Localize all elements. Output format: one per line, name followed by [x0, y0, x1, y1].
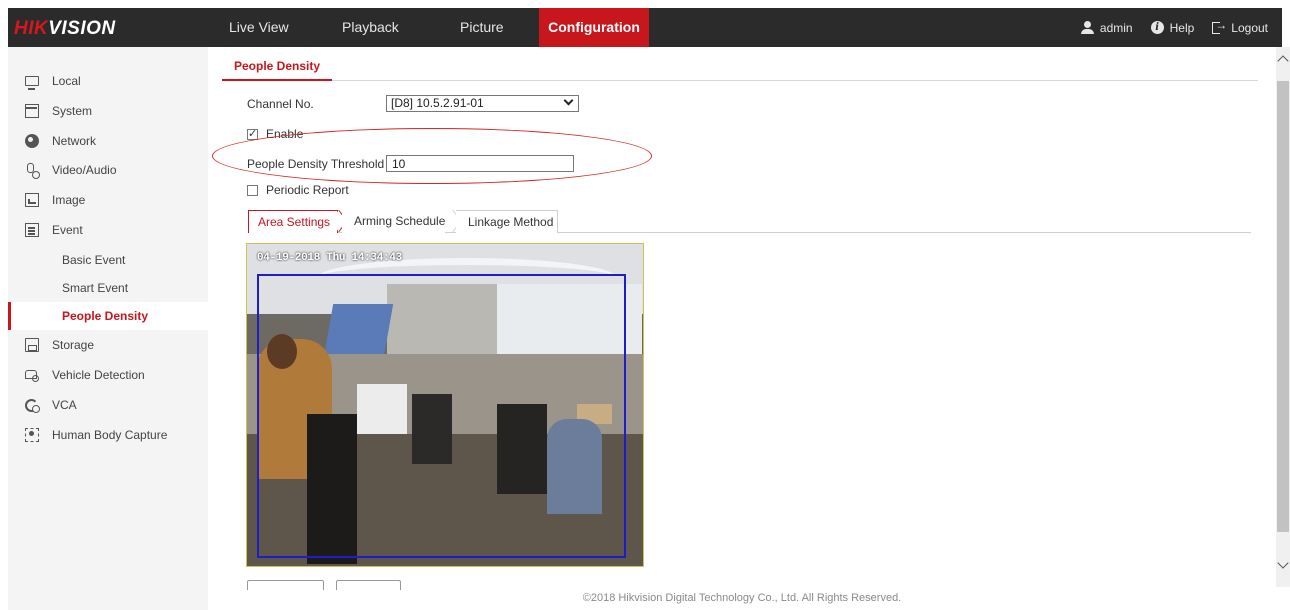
- sidebar-item-basic-event[interactable]: Basic Event: [8, 246, 208, 274]
- periodic-report-checkbox[interactable]: [247, 184, 258, 196]
- live-video-preview[interactable]: 04-19-2018 Thu 14:34:43: [246, 243, 644, 567]
- tab-people-density[interactable]: People Density: [222, 59, 333, 81]
- main-nav: Live View Playback Picture Configuration: [213, 8, 649, 47]
- nav-picture[interactable]: Picture: [441, 8, 539, 47]
- main-content: People Density Channel No. [D8] 10.5.2.9…: [208, 47, 1276, 610]
- event-list-icon: [25, 223, 39, 237]
- tab-linkage-method[interactable]: Linkage Method: [456, 210, 558, 233]
- sidebar-item-label: Image: [52, 193, 86, 207]
- sidebar-item-label: VCA: [52, 398, 77, 412]
- top-bar: HIKVISION Live View Playback Picture Con…: [0, 0, 1290, 47]
- sidebar-item-label: Human Body Capture: [52, 428, 168, 442]
- sidebar-item-label: Local: [52, 74, 81, 88]
- help-button[interactable]: i Help: [1150, 20, 1195, 35]
- scroll-down-icon[interactable]: [1277, 557, 1289, 569]
- user-icon: [1080, 21, 1094, 34]
- sidebar-item-image[interactable]: Image: [8, 186, 208, 214]
- enable-row: Enable: [247, 127, 303, 141]
- enable-checkbox[interactable]: [247, 127, 258, 140]
- vehicle-icon: [25, 368, 39, 382]
- draw-area-button[interactable]: [247, 580, 324, 590]
- channel-select-value: [D8] 10.5.2.91-01: [391, 96, 484, 110]
- top-bar-inner: HIKVISION Live View Playback Picture Con…: [8, 8, 1282, 47]
- monitor-icon: [25, 76, 39, 90]
- nav-live-view[interactable]: Live View: [213, 8, 331, 47]
- sidebar-item-people-density[interactable]: People Density: [8, 302, 208, 330]
- threshold-row: People Density Threshold: [247, 157, 387, 171]
- subtab-bar: Area Settings Arming Schedule Linkage Me…: [248, 210, 1251, 233]
- vca-icon: [25, 398, 40, 413]
- tab-area-settings[interactable]: Area Settings: [248, 210, 338, 233]
- sidebar-item-network[interactable]: Network: [8, 127, 208, 155]
- logout-icon: [1212, 18, 1227, 34]
- sidebar-item-label: Video/Audio: [52, 163, 117, 177]
- clear-button[interactable]: [336, 580, 401, 590]
- image-icon: [25, 193, 39, 207]
- scroll-up-icon[interactable]: [1277, 55, 1289, 67]
- scroll-thumb[interactable]: [1277, 81, 1289, 532]
- threshold-input[interactable]: [386, 155, 574, 172]
- chevron-down-icon: [563, 95, 574, 106]
- sidebar-item-vca[interactable]: VCA: [8, 391, 208, 419]
- channel-row: Channel No.: [247, 97, 387, 111]
- user-name: admin: [1099, 20, 1133, 35]
- nav-configuration[interactable]: Configuration: [539, 8, 649, 47]
- enable-label: Enable: [266, 127, 304, 141]
- help-label: Help: [1169, 20, 1195, 35]
- globe-icon: [25, 134, 39, 148]
- sidebar-item-label: Vehicle Detection: [52, 368, 145, 382]
- storage-icon: [25, 338, 39, 352]
- user-menu[interactable]: admin: [1080, 20, 1133, 35]
- sidebar-item-label: Storage: [52, 338, 95, 352]
- threshold-label: People Density Threshold: [247, 157, 385, 171]
- system-icon: [25, 104, 39, 118]
- channel-select[interactable]: [D8] 10.5.2.91-01: [386, 95, 579, 112]
- sidebar-item-label: System: [52, 104, 93, 118]
- channel-label: Channel No.: [247, 97, 314, 111]
- hikvision-logo: HIKVISION: [14, 18, 116, 39]
- sidebar-item-human-body-capture[interactable]: Human Body Capture: [8, 421, 208, 449]
- microphone-camera-icon: [25, 163, 40, 179]
- nav-playback[interactable]: Playback: [331, 8, 441, 47]
- sidebar-item-system[interactable]: System: [8, 97, 208, 125]
- logout-button[interactable]: Logout: [1212, 18, 1268, 35]
- human-body-icon: [25, 428, 39, 442]
- logout-label: Logout: [1231, 20, 1268, 35]
- tab-arming-schedule[interactable]: Arming Schedule: [342, 210, 446, 233]
- vertical-scrollbar[interactable]: [1276, 47, 1290, 587]
- sidebar-item-local[interactable]: Local: [8, 67, 208, 95]
- sidebar-item-vehicle-detection[interactable]: Vehicle Detection: [8, 361, 208, 389]
- sidebar-item-label: Network: [52, 134, 97, 148]
- sidebar: Local System Network Video/Audio Image E…: [8, 47, 208, 610]
- sidebar-item-video-audio[interactable]: Video/Audio: [8, 156, 208, 184]
- footer-copyright: ©2018 Hikvision Digital Technology Co., …: [582, 592, 902, 604]
- sidebar-item-label: Event: [52, 223, 83, 237]
- page-tab-bar: People Density: [222, 59, 1258, 81]
- help-icon: i: [1150, 21, 1164, 34]
- periodic-report-label: Periodic Report: [266, 183, 349, 197]
- periodic-report-row: Periodic Report: [247, 183, 349, 197]
- sidebar-item-event[interactable]: Event: [8, 216, 208, 244]
- top-right-menu: admin i Help Logout: [1080, 8, 1268, 47]
- sidebar-item-smart-event[interactable]: Smart Event: [8, 274, 208, 302]
- video-timestamp-osd: 04-19-2018 Thu 14:34:43: [257, 252, 402, 264]
- detection-area-region[interactable]: [257, 274, 626, 558]
- sidebar-item-storage[interactable]: Storage: [8, 331, 208, 359]
